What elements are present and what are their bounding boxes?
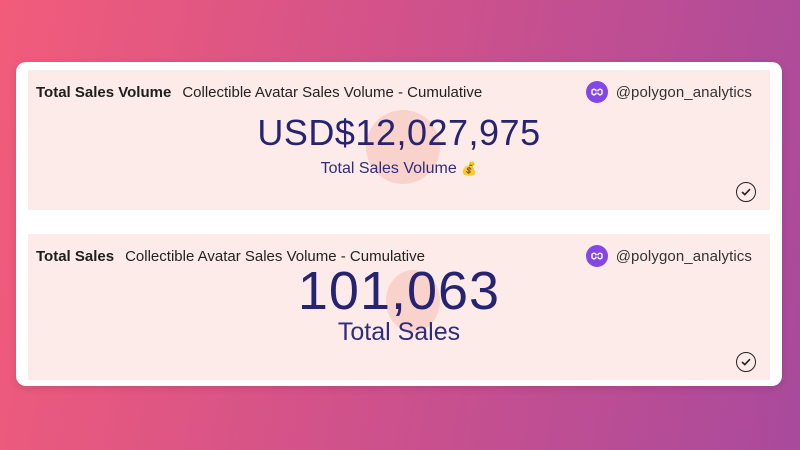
counter-caption: Total Sales Volume 💰 (28, 160, 770, 178)
card-header: Total Sales Volume Collectible Avatar Sa… (36, 81, 752, 103)
dashboard-frame: Total Sales Volume Collectible Avatar Sa… (16, 62, 782, 386)
check-circle-icon (736, 182, 756, 202)
card-query-title[interactable]: Collectible Avatar Sales Volume - Cumula… (182, 84, 482, 101)
card-kind-label: Total Sales Volume (36, 83, 172, 101)
author-handle[interactable]: @polygon_analytics (616, 84, 752, 101)
counter-caption: Total Sales (337, 318, 461, 346)
check-circle-icon (736, 352, 756, 372)
money-bag-icon: 💰 (461, 161, 478, 176)
sales-volume-card: Total Sales Volume Collectible Avatar Sa… (28, 70, 770, 210)
counter-caption-text: Total Sales Volume (320, 160, 457, 177)
counter-value: 101,063 (297, 261, 501, 321)
counter-value: USD$12,027,975 (257, 112, 541, 153)
total-sales-card: Total Sales Collectible Avatar Sales Vol… (28, 234, 770, 380)
polygon-logo-icon[interactable] (585, 81, 608, 103)
